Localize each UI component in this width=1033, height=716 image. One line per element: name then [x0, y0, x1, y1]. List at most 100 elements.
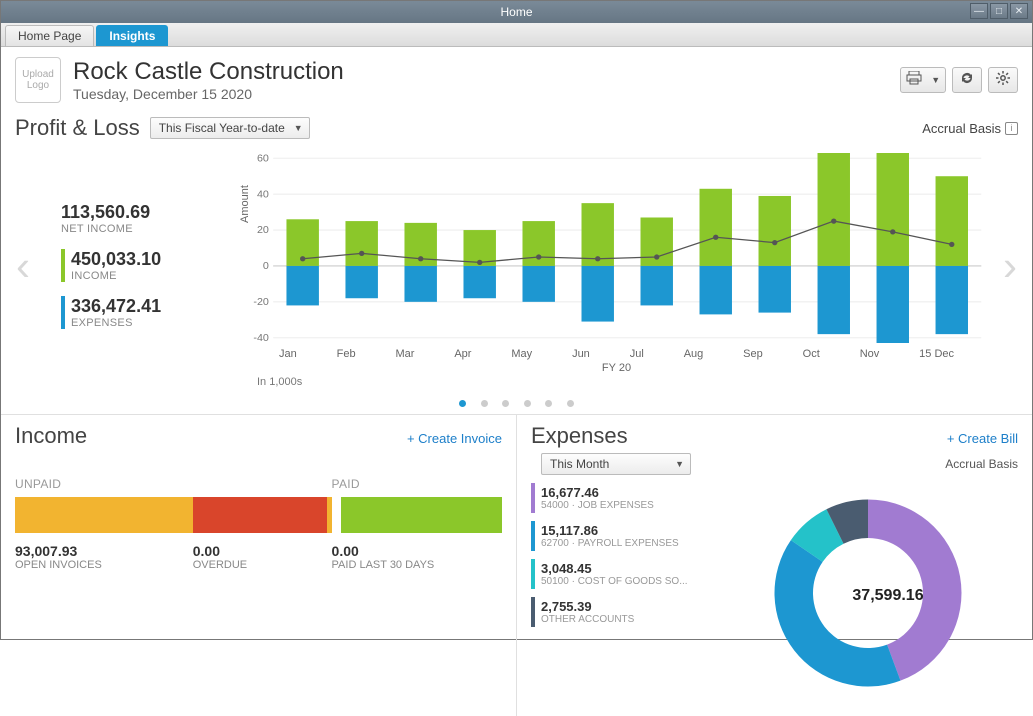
- tab-insights[interactable]: Insights: [96, 25, 168, 46]
- income-title: Income: [15, 423, 87, 449]
- bar-gap: [327, 497, 332, 533]
- chart-fy-caption: FY 20: [241, 362, 992, 374]
- settings-button[interactable]: [988, 67, 1018, 93]
- profit-loss-title: Profit & Loss: [15, 115, 140, 141]
- svg-text:20: 20: [257, 224, 269, 236]
- paid-caption: PAID: [332, 477, 360, 491]
- refresh-button[interactable]: [952, 67, 982, 93]
- carousel-prev-button[interactable]: ‹: [5, 143, 41, 388]
- lower-panels: Income + Create Invoice UNPAID PAID 93,0…: [1, 414, 1032, 716]
- expense-item[interactable]: 3,048.45 50100 · COST OF GOODS SO...: [531, 559, 758, 589]
- close-button[interactable]: ✕: [1010, 3, 1028, 19]
- expense-items-list: 16,677.46 54000 · JOB EXPENSES 15,117.86…: [531, 483, 758, 708]
- expense-item[interactable]: 2,755.39 OTHER ACCOUNTS: [531, 597, 758, 627]
- x-tick-label: Aug: [684, 348, 704, 360]
- expenses-total: 37,599.16: [852, 587, 923, 605]
- carousel-dot[interactable]: [545, 400, 552, 407]
- overdue-value: 0.00: [193, 543, 332, 559]
- x-tick-label: May: [511, 348, 532, 360]
- expenses-range-value: This Month: [550, 457, 609, 471]
- tab-bar: Home Page Insights: [1, 23, 1032, 47]
- expenses-donut-chart: 37,599.16: [758, 483, 1018, 708]
- expense-item-label: 54000 · JOB EXPENSES: [541, 500, 758, 511]
- expenses-range-select[interactable]: This Month ▼: [541, 453, 691, 475]
- date-range-select[interactable]: This Fiscal Year-to-date ▼: [150, 117, 310, 139]
- carousel-dot[interactable]: [524, 400, 531, 407]
- open-invoices-bar[interactable]: [15, 497, 193, 533]
- x-tick-label: Feb: [337, 348, 356, 360]
- expense-item-value: 2,755.39: [541, 599, 758, 614]
- expense-item-value: 3,048.45: [541, 561, 758, 576]
- carousel-dot[interactable]: [567, 400, 574, 407]
- net-income-label: NET INCOME: [61, 223, 241, 235]
- svg-text:0: 0: [263, 260, 269, 272]
- refresh-icon: [959, 70, 975, 91]
- tab-home-page[interactable]: Home Page: [5, 25, 94, 46]
- create-invoice-link[interactable]: + Create Invoice: [407, 431, 502, 446]
- print-button[interactable]: ▼: [900, 67, 946, 93]
- expense-item-label: 62700 · PAYROLL EXPENSES: [541, 538, 758, 549]
- x-tick-label: Jun: [572, 348, 590, 360]
- accrual-basis-label: Accrual Basis: [922, 121, 1001, 136]
- x-tick-label: Jul: [630, 348, 644, 360]
- expense-item-label: OTHER ACCOUNTS: [541, 614, 758, 625]
- expense-item[interactable]: 15,117.86 62700 · PAYROLL EXPENSES: [531, 521, 758, 551]
- svg-text:60: 60: [257, 153, 269, 164]
- x-tick-label: Nov: [860, 348, 880, 360]
- expenses-label: EXPENSES: [71, 317, 241, 329]
- income-panel: Income + Create Invoice UNPAID PAID 93,0…: [1, 415, 516, 716]
- carousel-dot[interactable]: [459, 400, 466, 407]
- paid-bar[interactable]: [341, 497, 502, 533]
- profit-loss-body: ‹ 113,560.69 NET INCOME 450,033.10 INCOM…: [1, 143, 1032, 388]
- chart-x-labels: JanFebMarAprMayJunJulAugSepOctNov15 Dec: [241, 348, 992, 360]
- date-range-value: This Fiscal Year-to-date: [159, 121, 285, 135]
- expense-item[interactable]: 16,677.46 54000 · JOB EXPENSES: [531, 483, 758, 513]
- carousel-dot[interactable]: [502, 400, 509, 407]
- expense-item-label: 50100 · COST OF GOODS SO...: [541, 576, 758, 587]
- x-tick-label: Sep: [743, 348, 763, 360]
- window-titlebar: Home — □ ✕: [1, 1, 1032, 23]
- carousel-dot[interactable]: [481, 400, 488, 407]
- x-tick-label: Apr: [454, 348, 471, 360]
- income-value: 450,033.10: [71, 249, 241, 270]
- create-bill-link[interactable]: + Create Bill: [947, 431, 1018, 446]
- income-bar-chart: [15, 497, 502, 533]
- expenses-accrual-label: Accrual Basis: [945, 457, 1018, 471]
- caret-down-icon: ▼: [294, 123, 303, 133]
- overdue-bar[interactable]: [193, 497, 327, 533]
- income-label: INCOME: [71, 270, 241, 282]
- overdue-label: OVERDUE: [193, 559, 332, 571]
- svg-text:-20: -20: [253, 296, 269, 308]
- company-name: Rock Castle Construction: [73, 58, 344, 86]
- open-invoices-label: OPEN INVOICES: [15, 559, 193, 571]
- current-date: Tuesday, December 15 2020: [73, 86, 344, 102]
- profit-loss-header: Profit & Loss This Fiscal Year-to-date ▼…: [1, 109, 1032, 143]
- x-tick-label: 15 Dec: [919, 348, 954, 360]
- maximize-button[interactable]: □: [990, 3, 1008, 19]
- gear-icon: [995, 70, 1011, 91]
- svg-text:40: 40: [257, 188, 269, 200]
- expenses-value: 336,472.41: [71, 296, 241, 317]
- minimize-button[interactable]: —: [970, 3, 988, 19]
- carousel-next-button[interactable]: ›: [992, 143, 1028, 388]
- caret-down-icon: ▼: [931, 75, 940, 85]
- printer-icon: [906, 71, 922, 90]
- svg-text:-40: -40: [253, 332, 269, 343]
- profit-loss-summary: 113,560.69 NET INCOME 450,033.10 INCOME …: [41, 143, 241, 388]
- window-title: Home: [500, 5, 532, 19]
- x-tick-label: Mar: [395, 348, 414, 360]
- expenses-panel: Expenses + Create Bill This Month ▼ Accr…: [516, 415, 1032, 716]
- carousel-dots: [1, 394, 1032, 412]
- chart-y-axis-label: Amount: [239, 185, 251, 223]
- info-icon[interactable]: i: [1005, 122, 1018, 135]
- unpaid-caption: UNPAID: [15, 477, 332, 491]
- paid-value: 0.00: [332, 543, 502, 559]
- upload-logo-button[interactable]: UploadLogo: [15, 57, 61, 103]
- paid-label: PAID LAST 30 DAYS: [332, 559, 502, 571]
- net-income-value: 113,560.69: [61, 202, 241, 223]
- expense-item-value: 16,677.46: [541, 485, 758, 500]
- chart-scale-note: In 1,000s: [241, 376, 992, 388]
- open-invoices-value: 93,007.93: [15, 543, 193, 559]
- caret-down-icon: ▼: [675, 459, 684, 469]
- x-tick-label: Oct: [803, 348, 820, 360]
